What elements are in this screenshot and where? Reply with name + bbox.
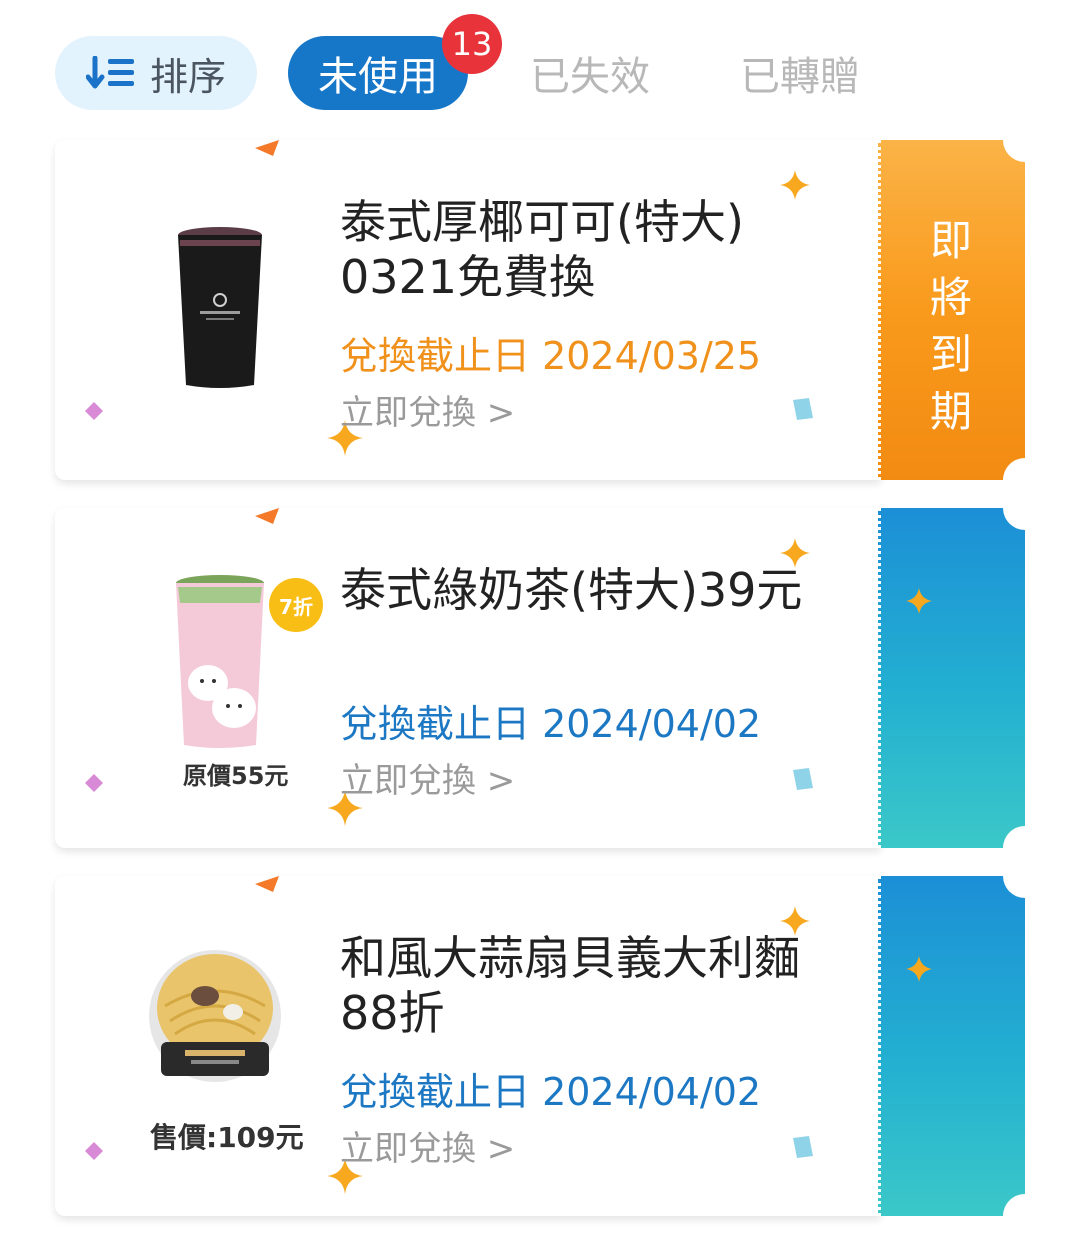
tab-expired[interactable]: 已失效 — [520, 36, 660, 110]
black-coffee-cup-icon — [178, 227, 262, 388]
sparkle-icon — [906, 956, 932, 982]
confetti-icon — [255, 140, 279, 156]
coupon-card[interactable]: 泰式厚椰可可(特大) 0321免費換 兌換截止日 2024/03/25 立即兌換… — [55, 118, 1047, 502]
redeem-link[interactable]: 立即兌換 > — [340, 753, 515, 802]
confetti-icon — [793, 1136, 813, 1158]
expiring-soon-label: 即將到期 — [929, 216, 972, 436]
stub-notch — [1003, 118, 1047, 162]
stub-notch — [1003, 854, 1047, 898]
coupon-stub-expiring: 即將到期 — [878, 118, 1047, 502]
sort-button[interactable]: 排序 — [55, 36, 257, 110]
tab-transferred[interactable]: 已轉贈 — [730, 36, 870, 110]
confetti-icon — [793, 398, 813, 420]
sort-label: 排序 — [149, 54, 226, 99]
coupon-deadline: 兌換截止日 2024/03/25 — [340, 334, 762, 378]
coupon-stub — [878, 854, 1047, 1238]
tab-expired-label: 已失效 — [530, 54, 650, 100]
confetti-icon — [255, 876, 279, 892]
discount-badge: 7折 — [269, 578, 323, 632]
milk-tea-cup-icon — [176, 575, 264, 748]
coupon-card[interactable]: 售價:109元 和風大蒜扇貝義大利麵88折 兌換截止日 2024/04/02 立… — [55, 854, 1047, 1238]
top-toolbar: 排序 未使用 13 已失效 已轉贈 — [0, 0, 1080, 130]
tab-transferred-label: 已轉贈 — [740, 54, 860, 100]
coupon-deadline: 兌換截止日 2024/04/02 — [340, 1070, 762, 1114]
coupon-stub — [878, 486, 1047, 870]
confetti-icon — [793, 768, 813, 790]
stub-edge — [1017, 538, 1033, 818]
confetti-icon — [85, 402, 103, 420]
stub-edge — [1017, 170, 1033, 450]
unused-count-badge: 13 — [442, 14, 502, 74]
coupon-title: 泰式綠奶茶(特大)39元 — [340, 563, 803, 617]
coupon-title: 泰式厚椰可可(特大) 0321免費換 — [340, 195, 744, 304]
tab-unused[interactable]: 未使用 — [288, 36, 468, 110]
stub-notch — [1003, 486, 1047, 530]
coupon-title: 和風大蒜扇貝義大利麵88折 — [340, 931, 800, 1040]
original-price-label: 原價55元 — [183, 762, 289, 790]
tab-unused-label: 未使用 — [318, 54, 438, 100]
confetti-icon — [85, 1142, 103, 1160]
confetti-icon — [85, 774, 103, 792]
coupon-deadline: 兌換截止日 2024/04/02 — [340, 702, 762, 746]
stub-notch — [1003, 1194, 1047, 1238]
redeem-link[interactable]: 立即兌換 > — [340, 1121, 515, 1170]
pasta-bowl-icon — [149, 950, 281, 1082]
sort-icon — [85, 56, 134, 89]
sale-price-label: 售價:109元 — [150, 1121, 304, 1154]
coupon-card[interactable]: 7折 原價55元 泰式綠奶茶(特大)39元 兌換截止日 2024/04/02 立… — [55, 486, 1047, 870]
stub-edge — [1017, 906, 1033, 1186]
confetti-icon — [255, 508, 279, 524]
sparkle-icon — [906, 588, 932, 614]
redeem-link[interactable]: 立即兌換 > — [340, 385, 515, 434]
